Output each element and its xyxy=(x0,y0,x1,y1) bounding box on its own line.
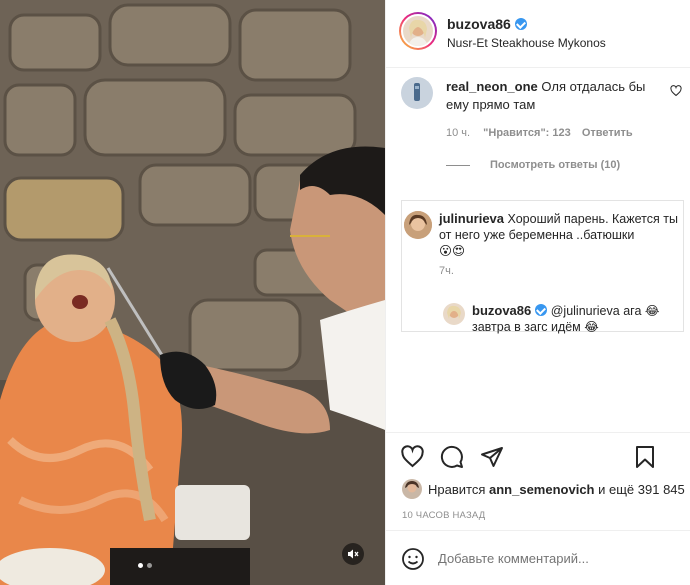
story-ring[interactable] xyxy=(399,12,437,50)
carousel-dot xyxy=(138,563,143,568)
comment-time: 10 ч. xyxy=(446,127,471,139)
reply-text-line1: ага 😂 xyxy=(623,304,660,318)
comment-time: 7ч. xyxy=(439,265,454,277)
post-header: buzova86 Nusr-Et Steakhouse Mykonos xyxy=(386,0,690,68)
likes-count[interactable]: и ещё 391 845 xyxy=(598,482,685,497)
reply-username[interactable]: buzova86 xyxy=(472,303,531,318)
comment-username[interactable]: julinurieva xyxy=(439,211,504,226)
mute-button[interactable] xyxy=(342,543,364,565)
avatar[interactable] xyxy=(401,77,433,109)
reply-text-line2: завтра в загс идём 😂 xyxy=(472,320,599,334)
like-comment-heart-icon[interactable] xyxy=(670,84,682,102)
reply-body: buzova86 @julinurieva ага 😂 завтра в заг… xyxy=(472,303,682,335)
replies-divider xyxy=(446,165,470,166)
comment-input[interactable] xyxy=(438,545,673,571)
comment-meta: 10 ч. "Нравится": 123 Ответить xyxy=(446,127,633,139)
add-comment-bar xyxy=(386,530,690,585)
carousel-dot xyxy=(147,563,152,568)
comment-body: real_neon_one Оля отдалась бы ему прямо … xyxy=(446,78,671,114)
post-location[interactable]: Nusr-Et Steakhouse Mykonos xyxy=(447,36,606,50)
comment-likes[interactable]: "Нравится": 123 xyxy=(483,127,571,139)
avatar[interactable] xyxy=(402,479,422,499)
speaker-muted-icon xyxy=(348,549,359,559)
video-frame-image xyxy=(0,0,385,585)
avatar[interactable] xyxy=(404,211,432,239)
view-replies-button[interactable]: Посмотреть ответы (10) xyxy=(490,159,620,171)
reply-screenshot-box: julinurieva Хороший парень. Кажется ты о… xyxy=(401,200,684,335)
comment-bubble-icon[interactable] xyxy=(440,445,464,474)
author-username[interactable]: buzova86 xyxy=(447,16,511,32)
post-details-panel: buzova86 Nusr-Et Steakhouse Mykonos real… xyxy=(385,0,690,585)
avatar xyxy=(401,14,435,48)
comment-username[interactable]: real_neon_one xyxy=(446,79,538,94)
author-username-row[interactable]: buzova86 xyxy=(447,16,527,32)
post-timestamp[interactable]: 10 ЧАСОВ НАЗАД xyxy=(402,510,485,521)
likes-prefix: Нравится xyxy=(428,482,486,497)
comment-body: julinurieva Хороший парень. Кажется ты о… xyxy=(439,211,682,259)
likes-user[interactable]: ann_semenovich xyxy=(489,482,595,497)
post-media[interactable] xyxy=(0,0,385,585)
bookmark-icon[interactable] xyxy=(634,445,656,474)
reply-mention[interactable]: @julinurieva xyxy=(551,304,620,318)
likes-summary: Нравится ann_semenovich и ещё 391 845 xyxy=(428,482,685,497)
carousel-dots xyxy=(138,563,152,568)
avatar[interactable] xyxy=(443,303,465,325)
comment-emoji: 😮😍 xyxy=(439,244,466,258)
verified-badge-icon xyxy=(535,304,548,316)
like-heart-icon[interactable] xyxy=(400,445,425,474)
reply-button[interactable]: Ответить xyxy=(582,127,633,139)
emoji-smiley-icon[interactable] xyxy=(401,547,425,576)
verified-badge-icon xyxy=(514,18,527,30)
share-paper-plane-icon[interactable] xyxy=(480,445,504,474)
